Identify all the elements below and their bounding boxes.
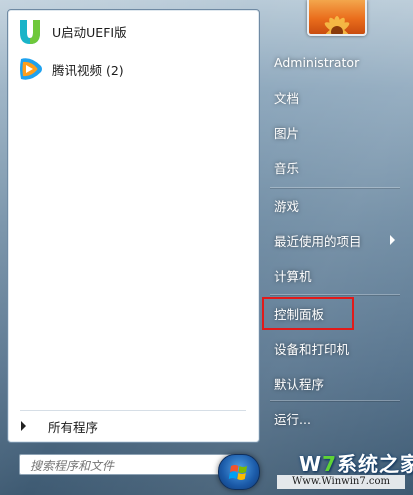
- user-name-item[interactable]: Administrator: [267, 47, 401, 77]
- documents-item[interactable]: 文档: [267, 82, 401, 112]
- computer-item[interactable]: 计算机: [267, 260, 401, 290]
- games-label: 游戏: [274, 198, 300, 214]
- program-u-qidong[interactable]: U启动UEFI版: [16, 14, 252, 48]
- divider: [270, 294, 400, 295]
- run-item[interactable]: 运行...: [267, 403, 401, 433]
- tencent-video-icon: [20, 58, 42, 80]
- devices-printers-label: 设备和打印机: [274, 341, 350, 357]
- watermark-brand: W7系统之家: [299, 448, 413, 477]
- recent-items-label: 最近使用的项目: [274, 233, 362, 249]
- program-label: U启动UEFI版: [52, 24, 127, 40]
- pictures-label: 图片: [274, 125, 300, 141]
- watermark-brand-prefix: W: [299, 452, 323, 476]
- music-label: 音乐: [274, 160, 300, 176]
- u-qidong-icon: [20, 20, 40, 44]
- watermark-brand-suffix: 系统之家: [336, 452, 413, 476]
- submenu-arrow-icon: [390, 235, 395, 245]
- all-programs-label: 所有程序: [48, 419, 99, 435]
- watermark-brand-seven: 7: [322, 452, 337, 476]
- divider: [20, 410, 246, 411]
- program-tencent-video[interactable]: 腾讯视频 (2): [16, 52, 252, 86]
- watermark-url: Www.Winwin7.com: [277, 475, 405, 489]
- devices-printers-item[interactable]: 设备和打印机: [267, 333, 401, 363]
- windows-logo-icon: [228, 465, 247, 480]
- watermark-logo: W7系统之家 Www.Winwin7.com: [255, 448, 413, 490]
- run-label: 运行...: [274, 411, 311, 427]
- user-name-label: Administrator: [274, 54, 360, 70]
- highlight-box: [262, 297, 354, 330]
- arrow-right-icon: [21, 421, 26, 431]
- all-programs-item[interactable]: 所有程序: [18, 415, 248, 437]
- divider: [270, 400, 400, 401]
- search-box[interactable]: [19, 454, 245, 475]
- computer-label: 计算机: [274, 268, 312, 284]
- games-item[interactable]: 游戏: [267, 190, 401, 220]
- programs-panel: U启动UEFI版 腾讯视频 (2) 所有程序: [7, 9, 260, 443]
- music-item[interactable]: 音乐: [267, 152, 401, 182]
- pictures-item[interactable]: 图片: [267, 117, 401, 147]
- divider: [270, 187, 400, 188]
- documents-label: 文档: [274, 90, 300, 106]
- program-label: 腾讯视频 (2): [52, 62, 124, 78]
- search-input[interactable]: [28, 456, 222, 475]
- start-menu: U启动UEFI版 腾讯视频 (2) 所有程序 Administrator 文档 …: [0, 0, 413, 495]
- default-programs-item[interactable]: 默认程序: [267, 368, 401, 398]
- default-programs-label: 默认程序: [274, 376, 325, 392]
- recent-items-item[interactable]: 最近使用的项目: [267, 225, 401, 255]
- shutdown-button[interactable]: [218, 454, 260, 490]
- flower-icon: [324, 16, 350, 34]
- user-avatar[interactable]: [307, 0, 367, 36]
